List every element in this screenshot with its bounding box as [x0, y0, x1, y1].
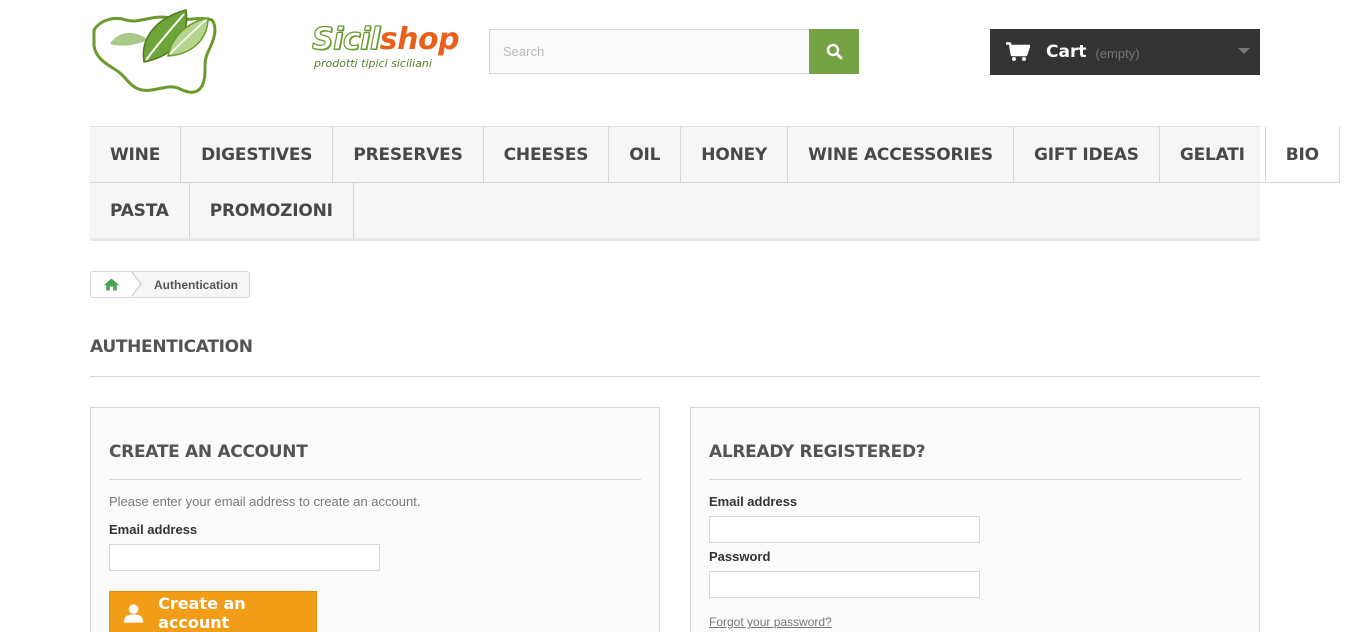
- create-email-label: Email address: [109, 522, 198, 537]
- forgot-password-link[interactable]: Forgot your password?: [709, 615, 832, 629]
- logo-tagline: prodotti tipici siciliani: [314, 57, 432, 70]
- breadcrumb-home-link[interactable]: [91, 272, 140, 297]
- page-title: AUTHENTICATION: [90, 337, 1260, 377]
- search-input[interactable]: [489, 29, 809, 74]
- cart-status: (empty): [1095, 46, 1140, 61]
- shopping-cart-icon: [1006, 42, 1030, 61]
- home-icon: [103, 278, 119, 291]
- cart-label: Cart: [1046, 42, 1087, 62]
- menu-item-preserves[interactable]: PRESERVES: [333, 127, 484, 183]
- search-bar: [489, 29, 859, 74]
- menu-row: WINE DIGESTIVES PRESERVES CHEESES OIL HO…: [90, 127, 1340, 183]
- menu-row: PASTA PROMOZIONI: [90, 183, 1260, 239]
- menu-item-oil[interactable]: OIL: [609, 127, 682, 183]
- breadcrumb-current: Authentication: [154, 277, 238, 292]
- login-email-field[interactable]: [709, 516, 980, 543]
- menu-item-promozioni[interactable]: PROMOZIONI: [190, 183, 354, 239]
- breadcrumb: Authentication: [90, 271, 250, 298]
- create-account-form: CREATE AN ACCOUNT Please enter your emai…: [90, 407, 660, 632]
- menu-item-bio[interactable]: BIO: [1265, 127, 1340, 183]
- main-menu: WINE DIGESTIVES PRESERVES CHEESES OIL HO…: [90, 126, 1340, 241]
- search-icon: [826, 43, 842, 60]
- login-form: ALREADY REGISTERED? Email address Passwo…: [690, 407, 1260, 632]
- login-password-field[interactable]: [709, 571, 980, 598]
- caret-down-icon: [1238, 48, 1250, 54]
- cart-button[interactable]: Cart (empty): [990, 29, 1260, 75]
- logo-brand: Sicilshop: [311, 22, 460, 57]
- create-account-button-label: Create an account: [158, 593, 246, 632]
- login-password-label: Password: [709, 549, 771, 564]
- user-icon: [123, 603, 144, 623]
- menu-item-digestives[interactable]: DIGESTIVES: [181, 127, 334, 183]
- search-button[interactable]: [809, 29, 859, 74]
- create-email-field[interactable]: [109, 544, 380, 571]
- create-account-button[interactable]: Create an account: [109, 591, 317, 632]
- menu-item-wine[interactable]: WINE: [90, 127, 182, 183]
- create-account-title: CREATE AN ACCOUNT: [109, 442, 641, 480]
- menu-item-honey[interactable]: HONEY: [681, 127, 789, 183]
- menu-item-cheeses[interactable]: CHEESES: [483, 127, 610, 183]
- menu-item-gift-ideas[interactable]: GIFT IDEAS: [1013, 127, 1160, 183]
- site-logo[interactable]: Sicilshop prodotti tipici siciliani: [90, 0, 460, 100]
- login-title: ALREADY REGISTERED?: [709, 442, 1241, 480]
- login-email-label: Email address: [709, 494, 798, 509]
- menu-item-pasta[interactable]: PASTA: [90, 183, 190, 239]
- menu-item-wine-accessories[interactable]: WINE ACCESSORIES: [788, 127, 1014, 183]
- sicily-leaf-logo-graphic: [92, 9, 217, 94]
- create-account-intro: Please enter your email address to creat…: [109, 494, 421, 509]
- menu-item-gelati[interactable]: GELATI: [1159, 127, 1266, 183]
